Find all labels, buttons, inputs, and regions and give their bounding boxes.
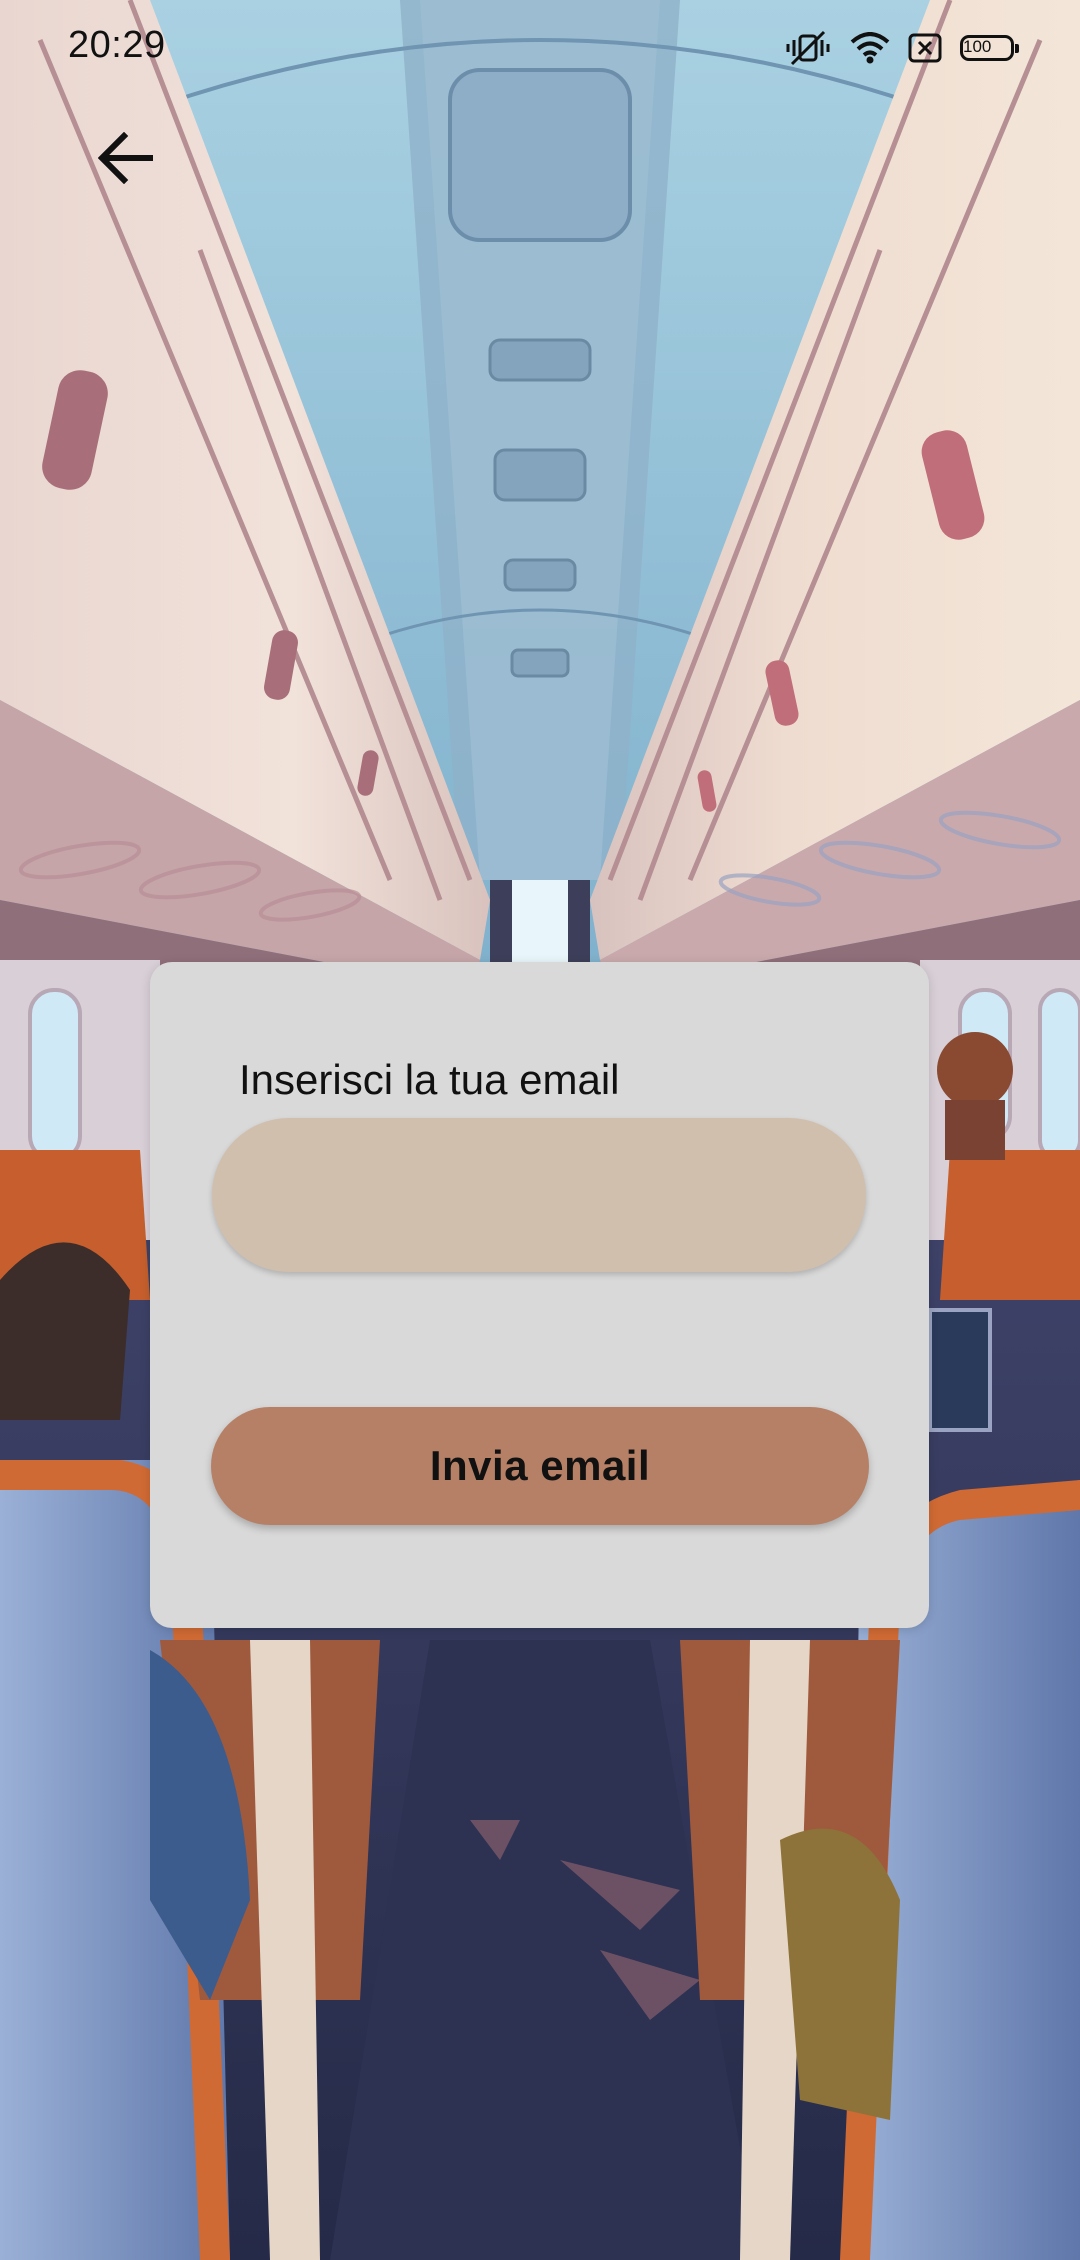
- send-email-button[interactable]: Invia email: [211, 1407, 869, 1525]
- arrow-left-icon: [98, 132, 153, 184]
- battery-icon: 100: [960, 35, 1019, 61]
- sim-off-icon: [908, 33, 942, 63]
- status-icons: 100: [784, 26, 1019, 70]
- vibrate-icon: [784, 30, 832, 66]
- status-time: 20:29: [68, 24, 166, 66]
- back-button[interactable]: [86, 118, 166, 198]
- battery-level: 100: [963, 37, 992, 56]
- email-label: Inserisci la tua email: [239, 1056, 620, 1103]
- wifi-icon: [850, 32, 890, 64]
- email-input[interactable]: [212, 1118, 866, 1272]
- status-bar: 20:29 100: [0, 0, 1080, 96]
- email-form-card: Inserisci la tua email Invia email: [150, 962, 929, 1628]
